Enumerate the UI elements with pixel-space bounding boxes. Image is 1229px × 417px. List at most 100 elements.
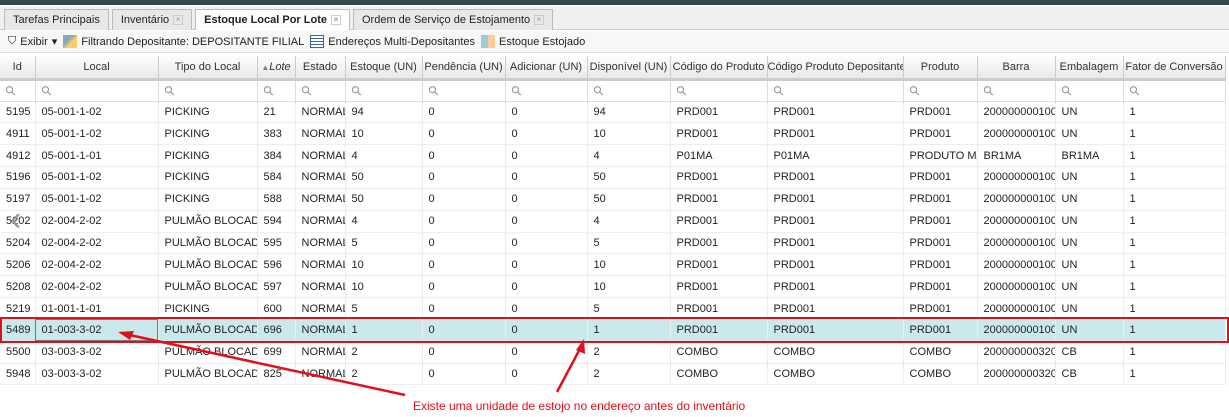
multi-depositantes-button[interactable]: Endereços Multi-Depositantes [310, 35, 475, 48]
cell[interactable]: PRD001 [670, 122, 768, 146]
cell[interactable]: 0 [422, 232, 506, 255]
cell[interactable]: 1 [1123, 144, 1226, 168]
cell[interactable]: 01-001-1-01 [35, 297, 159, 320]
cell[interactable]: 1 [1123, 297, 1226, 320]
cell[interactable]: 1 [345, 319, 423, 342]
exibir-button[interactable]: ⛉ Exibir ▾ [8, 35, 57, 48]
cell[interactable]: PRD001 [670, 275, 768, 299]
cell[interactable]: 5219 [0, 297, 36, 320]
cell[interactable]: 2000000001001 [977, 122, 1056, 146]
cell[interactable]: 0 [505, 297, 588, 320]
column-filter-input[interactable]: ⚲ [587, 79, 671, 102]
cell[interactable]: PICKING [158, 297, 258, 320]
cell[interactable]: 10 [345, 253, 423, 277]
cell[interactable]: 2000000001001 [977, 253, 1056, 277]
table-row[interactable]: 520202-004-2-02PULMÃO BLOCADO594NORMAL40… [0, 210, 1226, 233]
cell[interactable]: PRD001 [903, 166, 978, 189]
cell[interactable]: 588 [257, 188, 296, 211]
cell[interactable]: 03-003-3-02 [35, 341, 159, 364]
cell[interactable]: 5195 [0, 101, 36, 124]
cell[interactable]: 02-004-2-02 [35, 232, 159, 255]
cell[interactable]: PRD001 [670, 166, 768, 189]
cell[interactable]: 0 [505, 319, 588, 342]
cell[interactable]: PRD001 [670, 101, 768, 124]
table-row[interactable]: 5196 05-001-1-02 PICKING 584 NORMAL 50 0 0 50 PRD… [0, 166, 1226, 189]
cell[interactable]: 05-001-1-02 [35, 101, 159, 124]
cell[interactable]: 4912 [0, 144, 36, 168]
close-icon[interactable]: × [331, 15, 341, 25]
column-header[interactable]: ▲Lote [257, 56, 296, 81]
cell[interactable]: CB [1055, 363, 1124, 386]
column-header[interactable]: Barra [977, 56, 1056, 81]
cell[interactable]: PRD001 [903, 188, 978, 211]
table-row[interactable]: 5219 01-001-1-01 PICKING 600 NORMAL 5 0 0 5 PRD00… [0, 297, 1226, 320]
cell[interactable]: 10 [345, 275, 423, 299]
column-header[interactable]: Local [35, 56, 159, 81]
cell[interactable]: NORMAL [295, 188, 346, 211]
cell[interactable]: NORMAL [295, 363, 346, 386]
column-filter-input[interactable]: ⚲ [1055, 79, 1124, 102]
cell[interactable]: 383 [257, 122, 296, 146]
cell[interactable]: 2000000001001 [977, 275, 1056, 299]
cell[interactable]: PRD001 [670, 210, 768, 233]
cell[interactable]: UN [1055, 253, 1124, 277]
column-header[interactable]: Código Produto Depositante [767, 56, 904, 81]
column-header[interactable]: Tipo do Local [158, 56, 258, 81]
cell[interactable]: CB [1055, 341, 1124, 364]
cell[interactable]: 2000000001001 [977, 319, 1056, 342]
cell[interactable]: 584 [257, 166, 296, 189]
cell[interactable]: BR1MA [977, 144, 1056, 168]
cell[interactable]: 0 [422, 275, 506, 299]
cell[interactable]: PRD001 [903, 253, 978, 277]
filtro-depositante-button[interactable]: Filtrando Depositante: DEPOSITANTE FILIA… [63, 35, 304, 48]
cell[interactable]: PRD001 [903, 319, 978, 342]
column-filter-input[interactable]: ⚲ [295, 79, 346, 102]
cell[interactable]: PICKING [158, 166, 258, 189]
cell[interactable]: PRD001 [670, 188, 768, 211]
table-row[interactable]: 5197 05-001-1-02 PICKING 588 NORMAL 50 0 0 50 PRD… [0, 188, 1226, 211]
cell[interactable]: PULMÃO BLOCADO [158, 253, 258, 277]
cell[interactable]: 2000000003201 [977, 363, 1056, 386]
table-row[interactable]: 4911 05-001-1-02 PICKING 383 NORMAL 10 0 0 10 PRD… [0, 122, 1226, 146]
column-header[interactable]: Produto [903, 56, 978, 81]
cell[interactable]: PICKING [158, 101, 258, 124]
cell[interactable]: 0 [422, 144, 506, 168]
column-header[interactable]: Adicionar (UN) [505, 56, 588, 81]
cell[interactable]: 1 [1123, 363, 1226, 386]
table-row[interactable]: 520802-004-2-02PULMÃO BLOCADO597NORMAL10… [0, 275, 1226, 299]
table-row[interactable]: 594803-003-3-02PULMÃO BLOCADO825NORMAL20… [0, 363, 1226, 386]
column-filter-input[interactable]: ⚲ [422, 79, 506, 102]
column-header[interactable]: Fator de Conversão [1123, 56, 1226, 81]
cell[interactable]: PRD001 [670, 253, 768, 277]
cell[interactable]: P01MA [767, 144, 904, 168]
cell[interactable]: NORMAL [295, 122, 346, 146]
cell[interactable]: 5948 [0, 363, 36, 386]
cell[interactable]: PICKING [158, 122, 258, 146]
cell[interactable]: 4 [587, 210, 671, 233]
table-row[interactable]: 520402-004-2-02PULMÃO BLOCADO595NORMAL50… [0, 232, 1226, 255]
cell[interactable]: 2000000001001 [977, 188, 1056, 211]
cell[interactable]: 0 [505, 210, 588, 233]
cell[interactable]: COMBO [903, 341, 978, 364]
cell[interactable]: 4 [345, 210, 423, 233]
cell[interactable]: UN [1055, 275, 1124, 299]
cell[interactable]: 2 [587, 341, 671, 364]
cell[interactable]: 05-001-1-01 [35, 144, 159, 168]
cell[interactable]: 0 [505, 275, 588, 299]
column-filter-input[interactable]: ⚲ [345, 79, 423, 102]
cell[interactable]: 0 [505, 144, 588, 168]
cell[interactable]: 02-004-2-02 [35, 253, 159, 277]
cell[interactable]: PRD001 [767, 101, 904, 124]
cell[interactable]: NORMAL [295, 101, 346, 124]
cell[interactable]: 4 [587, 144, 671, 168]
cell[interactable]: 0 [422, 210, 506, 233]
cell[interactable]: 600 [257, 297, 296, 320]
cell[interactable]: 0 [505, 341, 588, 364]
cell[interactable]: PRD001 [903, 101, 978, 124]
column-header[interactable]: Estado [295, 56, 346, 81]
cell[interactable]: 0 [505, 363, 588, 386]
cell[interactable]: 0 [422, 188, 506, 211]
cell[interactable]: PULMÃO BLOCADO [158, 210, 258, 233]
cell[interactable]: 0 [422, 166, 506, 189]
cell[interactable]: NORMAL [295, 319, 346, 342]
